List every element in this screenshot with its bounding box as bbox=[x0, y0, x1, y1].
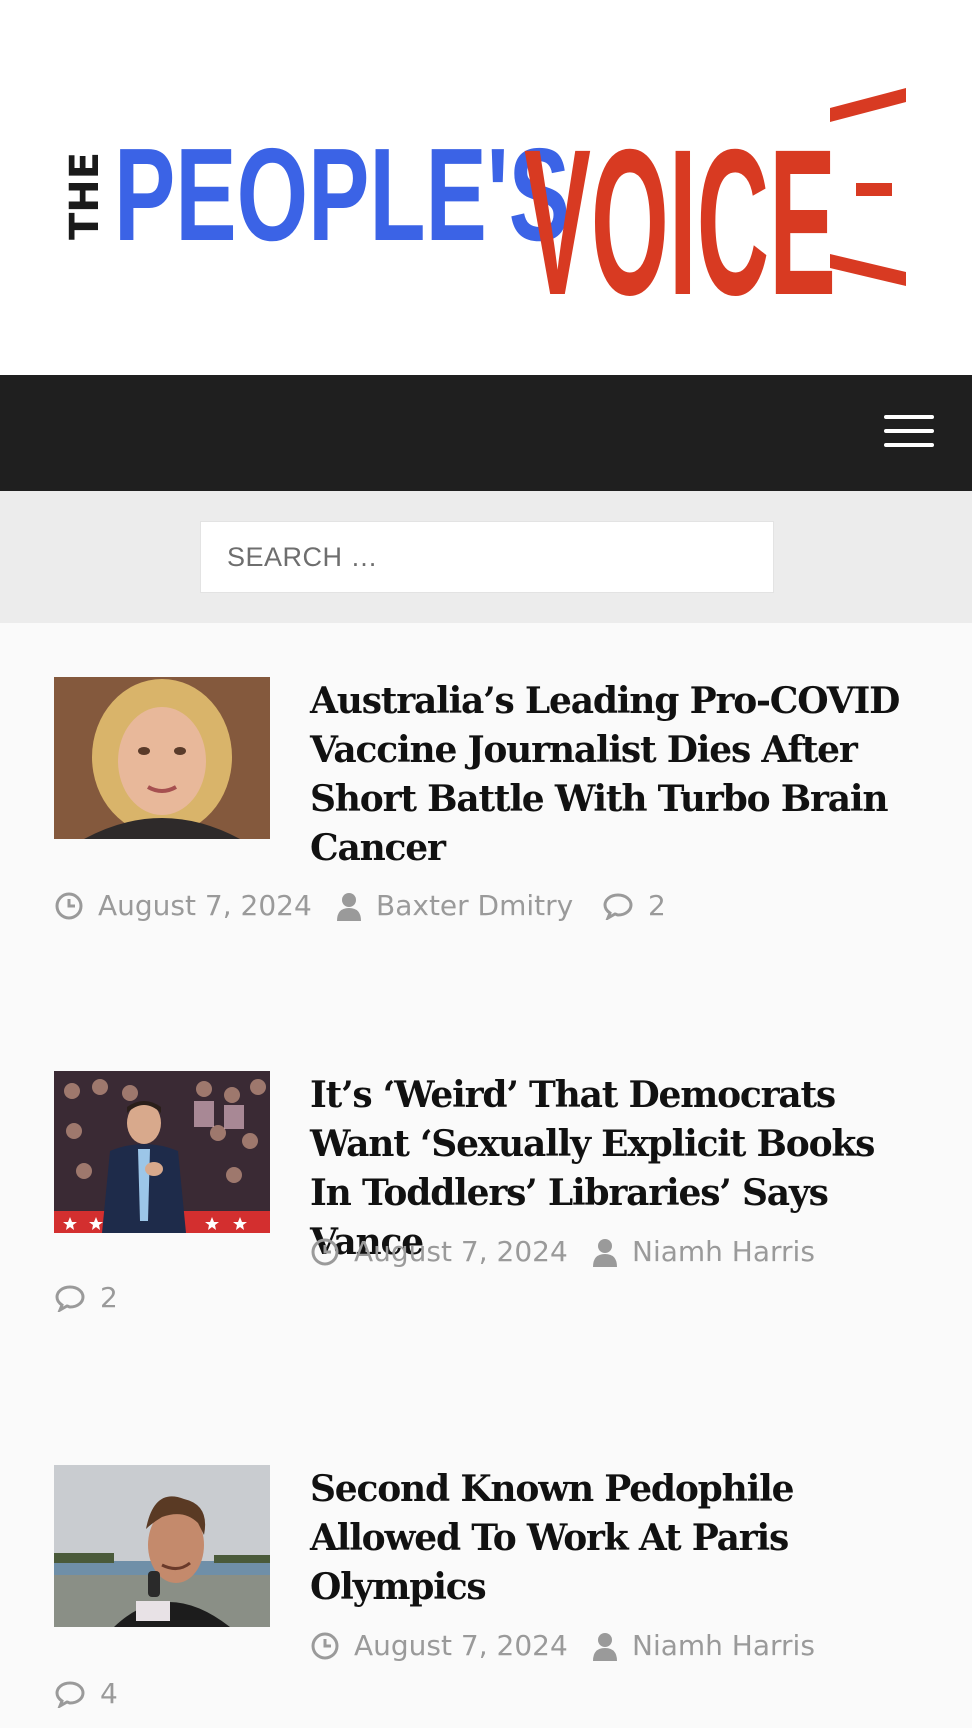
hamburger-icon-line bbox=[884, 429, 934, 433]
clock-icon bbox=[311, 1632, 339, 1659]
article-date: August 7, 2024 bbox=[310, 1235, 568, 1268]
author-link[interactable]: Niamh Harris bbox=[632, 1235, 815, 1268]
clock-icon bbox=[55, 892, 83, 919]
clock-icon bbox=[311, 1238, 339, 1265]
logo-peoples: PEOPLE'S bbox=[114, 121, 570, 268]
article-item: Second Known Pedophile Allowed To Work A… bbox=[54, 1465, 924, 1728]
comments-link[interactable]: 2 bbox=[100, 1281, 118, 1314]
article-thumbnail[interactable] bbox=[54, 1465, 270, 1627]
main-navbar bbox=[0, 375, 972, 491]
date-link[interactable]: August 7, 2024 bbox=[98, 889, 312, 922]
comment-icon bbox=[55, 1284, 85, 1312]
megaphone-lines-icon bbox=[830, 88, 906, 286]
article-title[interactable]: Second Known Pedophile Allowed To Work A… bbox=[310, 1465, 922, 1612]
article-thumbnail[interactable] bbox=[54, 1071, 270, 1233]
article-comments: 2 bbox=[54, 1281, 118, 1314]
article-item: It’s ‘Weird’ That Democrats Want ‘Sexual… bbox=[54, 1071, 924, 1331]
hamburger-icon-line bbox=[884, 443, 934, 447]
user-icon bbox=[337, 892, 361, 921]
comments-link[interactable]: 4 bbox=[100, 1677, 118, 1710]
article-item: Australia’s Leading Pro-COVID Vaccine Jo… bbox=[54, 677, 924, 937]
comment-icon bbox=[55, 1680, 85, 1708]
article-title[interactable]: Australia’s Leading Pro-COVID Vaccine Jo… bbox=[310, 677, 922, 873]
author-link[interactable]: Baxter Dmitry bbox=[376, 889, 573, 922]
author-link[interactable]: Niamh Harris bbox=[632, 1629, 815, 1662]
article-date: August 7, 2024 bbox=[310, 1629, 568, 1662]
site-header: THE PEOPLE'S VOICE bbox=[0, 0, 972, 375]
hamburger-icon-line bbox=[884, 415, 934, 419]
site-logo[interactable]: THE PEOPLE'S VOICE bbox=[58, 58, 918, 318]
article-date: August 7, 2024 bbox=[54, 889, 312, 922]
search-input[interactable] bbox=[200, 521, 774, 593]
logo-the: THE bbox=[62, 152, 108, 240]
article-comments: 2 bbox=[602, 889, 666, 922]
date-link[interactable]: August 7, 2024 bbox=[354, 1235, 568, 1268]
comment-icon bbox=[603, 892, 633, 920]
article-author: Niamh Harris bbox=[592, 1629, 815, 1662]
article-thumbnail[interactable] bbox=[54, 677, 270, 839]
logo-voice: VOICE bbox=[524, 107, 836, 318]
user-icon bbox=[593, 1238, 617, 1267]
article-comments: 4 bbox=[54, 1677, 118, 1710]
comments-link[interactable]: 2 bbox=[648, 889, 666, 922]
article-author: Niamh Harris bbox=[592, 1235, 815, 1268]
article-author: Baxter Dmitry bbox=[336, 889, 573, 922]
date-link[interactable]: August 7, 2024 bbox=[354, 1629, 568, 1662]
search-section bbox=[0, 491, 972, 623]
hamburger-menu-button[interactable] bbox=[884, 415, 934, 451]
user-icon bbox=[593, 1632, 617, 1661]
